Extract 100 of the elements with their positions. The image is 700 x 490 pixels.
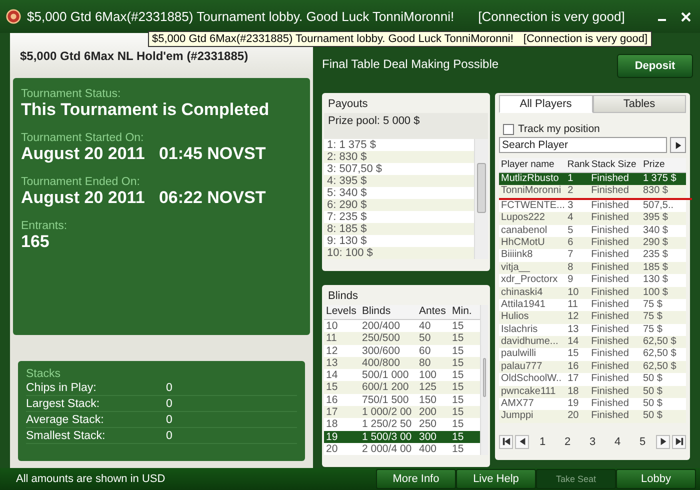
player-row[interactable]: vitja__ 8 Finished 185 $ — [499, 262, 686, 274]
search-field[interactable]: Search Player — [499, 137, 667, 153]
player-row[interactable]: Jumppi 20 Finished 50 $ — [499, 410, 686, 423]
blind-row[interactable]: 17 1 000/2 00 200 15 — [324, 406, 480, 418]
column-header[interactable]: Prize — [641, 158, 686, 172]
player-row[interactable]: Biiiink8 7 Finished 235 $ — [499, 249, 686, 262]
player-row[interactable]: MutlizRbusto 1 Finished 1 375 $ — [499, 173, 686, 186]
payout-item: 5: 340 $ — [326, 187, 368, 199]
chip-icon — [6, 9, 21, 24]
stacks-title: Stacks — [26, 368, 62, 380]
footer-button[interactable]: Live Help — [456, 469, 536, 489]
info-label: Entrants: — [21, 220, 68, 232]
blind-row[interactable]: 13 400/800 80 15 — [324, 356, 480, 370]
player-row[interactable]: paulwilli 15 Finished 62,50 $ — [499, 348, 686, 361]
panel-title: Payouts — [327, 97, 369, 112]
connection-status: [Connection is very good] — [478, 9, 625, 24]
column-header[interactable]: Player name — [499, 158, 566, 172]
payout-item: 1: 1 375 $ — [326, 139, 377, 151]
blind-row[interactable]: 12 300/600 60 15 — [324, 344, 480, 357]
payout-item: 2: 830 $ — [324, 151, 474, 163]
column-header[interactable]: Antes — [417, 305, 450, 319]
player-row[interactable]: chinaski4 10 Finished 100 $ — [499, 286, 686, 299]
search-button[interactable] — [670, 137, 686, 153]
column-header[interactable]: Levels — [324, 305, 360, 319]
player-row[interactable]: Hulios 12 Finished 75 $ — [499, 311, 686, 324]
blind-row[interactable]: 16 750/1 500 150 15 — [324, 394, 480, 406]
player-row[interactable]: xdr_Proctorx 9 Finished 130 $ — [499, 274, 686, 287]
player-row[interactable]: davidhume... 14 Finished 62,50 $ — [499, 336, 686, 348]
page-link[interactable]: 1 — [531, 436, 554, 448]
player-row[interactable]: TonniMoronni 2 Finished 830 $ — [499, 185, 686, 198]
footer-button[interactable]: More Info — [376, 469, 456, 489]
stack-value: 0 — [166, 398, 172, 410]
player-row[interactable]: Attila1941 11 Finished 75 $ — [499, 298, 686, 312]
column-header[interactable]: Blinds — [360, 305, 417, 319]
blind-row[interactable]: 18 1 250/2 50 250 15 — [324, 418, 480, 431]
player-row[interactable]: OldSchoolW.. 17 Finished 50 $ — [499, 373, 686, 386]
stack-value: 0 — [166, 382, 172, 394]
checkbox[interactable] — [503, 124, 514, 134]
notice-text: Final Table Deal Making Possible — [322, 56, 500, 71]
player-row[interactable]: canabenol 5 Finished 340 $ — [499, 224, 686, 237]
info-value: August 20 2011 01:45 NOVST — [21, 144, 267, 164]
footer-button[interactable]: Lobby — [616, 469, 696, 489]
payout-item: 3: 507,50 $ — [326, 163, 384, 175]
scrollbar[interactable] — [474, 139, 488, 259]
close-icon[interactable] — [680, 10, 692, 22]
blind-row[interactable]: 19 1 500/3 00 300 15 — [324, 430, 480, 443]
last-page-icon — [674, 437, 684, 446]
tooltip: $5,000 Gtd 6Max(#2331885) Tournament lobby. Good Luck TonniMoronni! [Connection is very good] — [148, 31, 652, 47]
player-row[interactable]: palau777 16 Finished 62,50 $ — [499, 360, 686, 374]
first-page-button[interactable] — [499, 434, 513, 449]
page-link[interactable]: 5 — [631, 436, 654, 448]
player-row[interactable]: pwncake111 18 Finished 50 $ — [499, 386, 686, 398]
stack-value: 0 — [166, 430, 172, 442]
currency-note: All amounts are shown in USD — [16, 473, 166, 485]
tab[interactable]: All Players — [499, 95, 592, 113]
payout-item: 6: 290 $ — [324, 199, 474, 211]
info-value: August 20 2011 06:22 NOVST — [21, 188, 267, 208]
stack-label: Average Stack: — [26, 414, 105, 426]
stack-label: Chips in Play: — [26, 382, 98, 394]
first-page-icon — [502, 437, 510, 446]
tournament-name: $5,000 Gtd 6Max NL Hold'em (#2331885) — [20, 49, 248, 63]
info-label: Tournament Status: — [21, 88, 122, 100]
scrollbar[interactable] — [480, 305, 488, 456]
blind-row[interactable]: 15 600/1 200 125 15 — [324, 381, 480, 394]
player-row[interactable]: HhCMotU 6 Finished 290 $ — [499, 236, 686, 250]
blind-row[interactable]: 14 500/1 000 100 15 — [324, 369, 480, 382]
previous-page-button[interactable] — [515, 434, 529, 449]
window-title: $5,000 Gtd 6Max(#2331885) Tournament lobby. Good Luck TonniMoronni! — [27, 9, 454, 24]
info-label: Tournament Started On: — [21, 132, 145, 144]
stack-label: Smallest Stack: — [26, 430, 106, 442]
page-link[interactable]: 4 — [606, 436, 629, 448]
payout-item: 8: 185 $ — [324, 223, 474, 235]
info-label: Tournament Ended On: — [21, 176, 141, 188]
blind-row[interactable]: 20 2 000/4 00 400 15 — [324, 442, 480, 456]
player-row[interactable]: Lupos222 4 Finished 395 $ — [499, 212, 686, 225]
blind-row[interactable]: 11 250/500 50 15 — [324, 332, 480, 345]
column-header[interactable]: Stack Size — [589, 158, 642, 172]
column-header[interactable]: Min. — [450, 305, 480, 319]
tab[interactable]: Tables — [592, 95, 686, 113]
panel-title: Blinds — [327, 289, 359, 304]
payout-item: 4: 395 $ — [324, 175, 474, 187]
page-link[interactable]: 3 — [581, 436, 604, 448]
checkbox-label: Track my position — [518, 123, 600, 135]
prize-pool: Prize pool: 5 000 $ — [324, 113, 488, 139]
payout-item: 10: 100 $ — [324, 247, 474, 259]
play-icon — [674, 142, 682, 148]
last-page-button[interactable] — [672, 434, 686, 449]
player-row[interactable]: FCTWENTE... 3 Finished 507,5.. — [499, 200, 686, 212]
player-row[interactable]: Islachris 13 Finished 75 $ — [499, 324, 686, 336]
column-header[interactable]: Rank — [565, 158, 590, 172]
next-icon — [658, 437, 668, 446]
info-value: 165 — [21, 232, 50, 252]
page-link[interactable]: 2 — [556, 436, 579, 448]
previous-icon — [518, 437, 526, 446]
blind-row[interactable]: 10 200/400 40 15 — [324, 320, 480, 332]
payout-item: 9: 130 $ — [326, 235, 367, 247]
player-row[interactable]: AMX77 19 Finished 50 $ — [499, 398, 686, 410]
deposit-button[interactable]: Deposit — [617, 54, 693, 78]
next-page-button[interactable] — [656, 434, 670, 449]
info-value: This Tournament is Completed — [21, 100, 270, 120]
